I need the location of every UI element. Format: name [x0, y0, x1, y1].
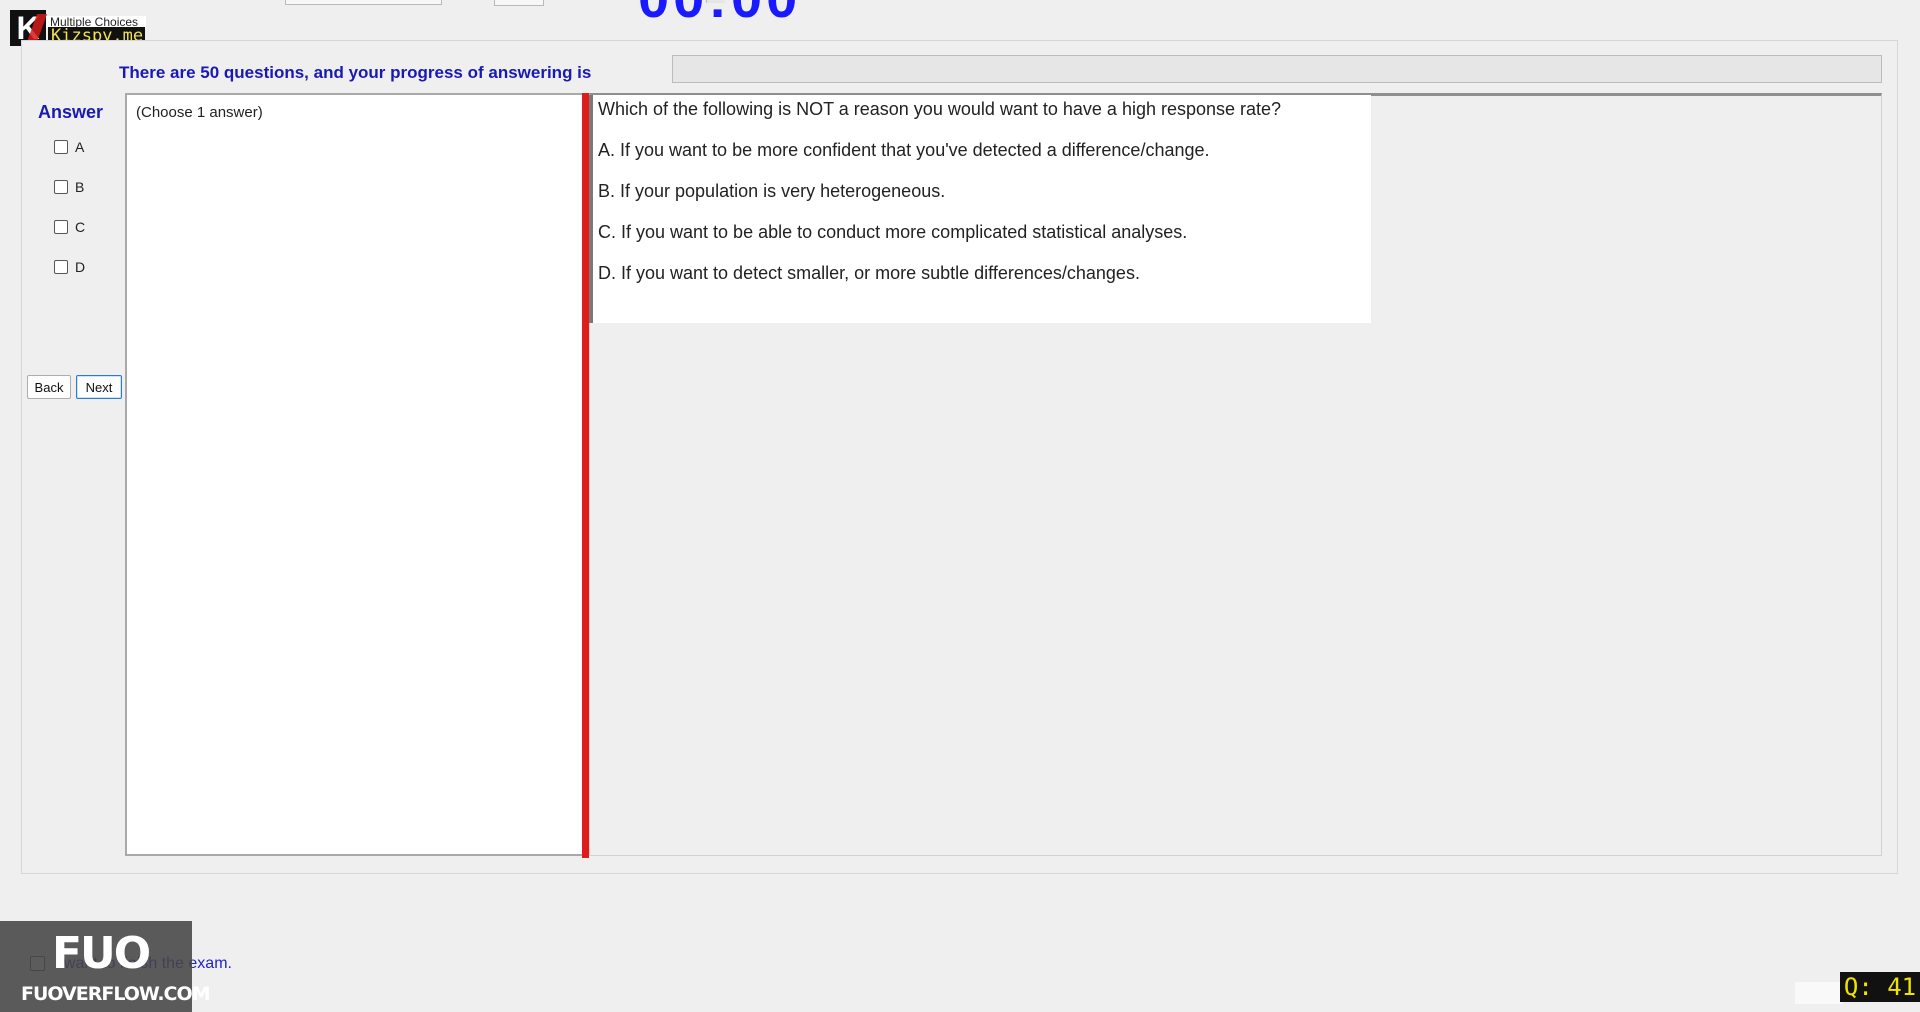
panel-splitter[interactable]	[582, 93, 589, 858]
answer-option-label: C	[75, 219, 86, 235]
checkbox-c[interactable]	[54, 220, 68, 234]
progress-bar	[672, 55, 1882, 83]
choose-hint: (Choose 1 answer)	[136, 104, 263, 121]
answer-option-label: B	[75, 179, 85, 195]
next-button[interactable]: Next	[76, 375, 122, 399]
back-button[interactable]: Back	[27, 375, 71, 399]
question-option-c: C. If you want to be able to conduct mor…	[598, 222, 1188, 242]
fuoverflow-text: FUOVERFLOW.COM	[21, 983, 211, 1005]
answer-option-label: A	[75, 139, 85, 155]
progress-label: There are 50 questions, and your progres…	[119, 63, 592, 82]
checkbox-a[interactable]	[54, 140, 68, 154]
checkbox-b[interactable]	[54, 180, 68, 194]
answer-option-b[interactable]: B	[54, 179, 84, 195]
question-option-a: A. If you want to be more confident that…	[598, 140, 1210, 160]
countdown-timer: 00:00	[638, 0, 801, 26]
answer-title: Answer	[38, 102, 104, 122]
answer-panel: (Choose 1 answer)	[125, 93, 582, 856]
question-text: Which of the following is NOT a reason y…	[598, 99, 1282, 119]
answer-option-d[interactable]: D	[54, 259, 85, 275]
question-counter: Q: 41	[1840, 972, 1920, 1002]
fuo-logo-icon: FUO	[52, 928, 151, 979]
answer-option-c[interactable]: C	[54, 219, 85, 235]
checkbox-d[interactable]	[54, 260, 68, 274]
question-option-d: D. If you want to detect smaller, or mor…	[598, 263, 1140, 283]
answer-option-a[interactable]: A	[54, 139, 84, 155]
question-box: Which of the following is NOT a reason y…	[589, 95, 1371, 323]
exam-code-combobox[interactable]	[285, 0, 725, 5]
answer-option-label: D	[75, 259, 86, 275]
question-option-b: B. If your population is very heterogene…	[598, 181, 946, 201]
font-size-spinner[interactable]	[494, 0, 544, 6]
status-field	[1795, 982, 1843, 1004]
